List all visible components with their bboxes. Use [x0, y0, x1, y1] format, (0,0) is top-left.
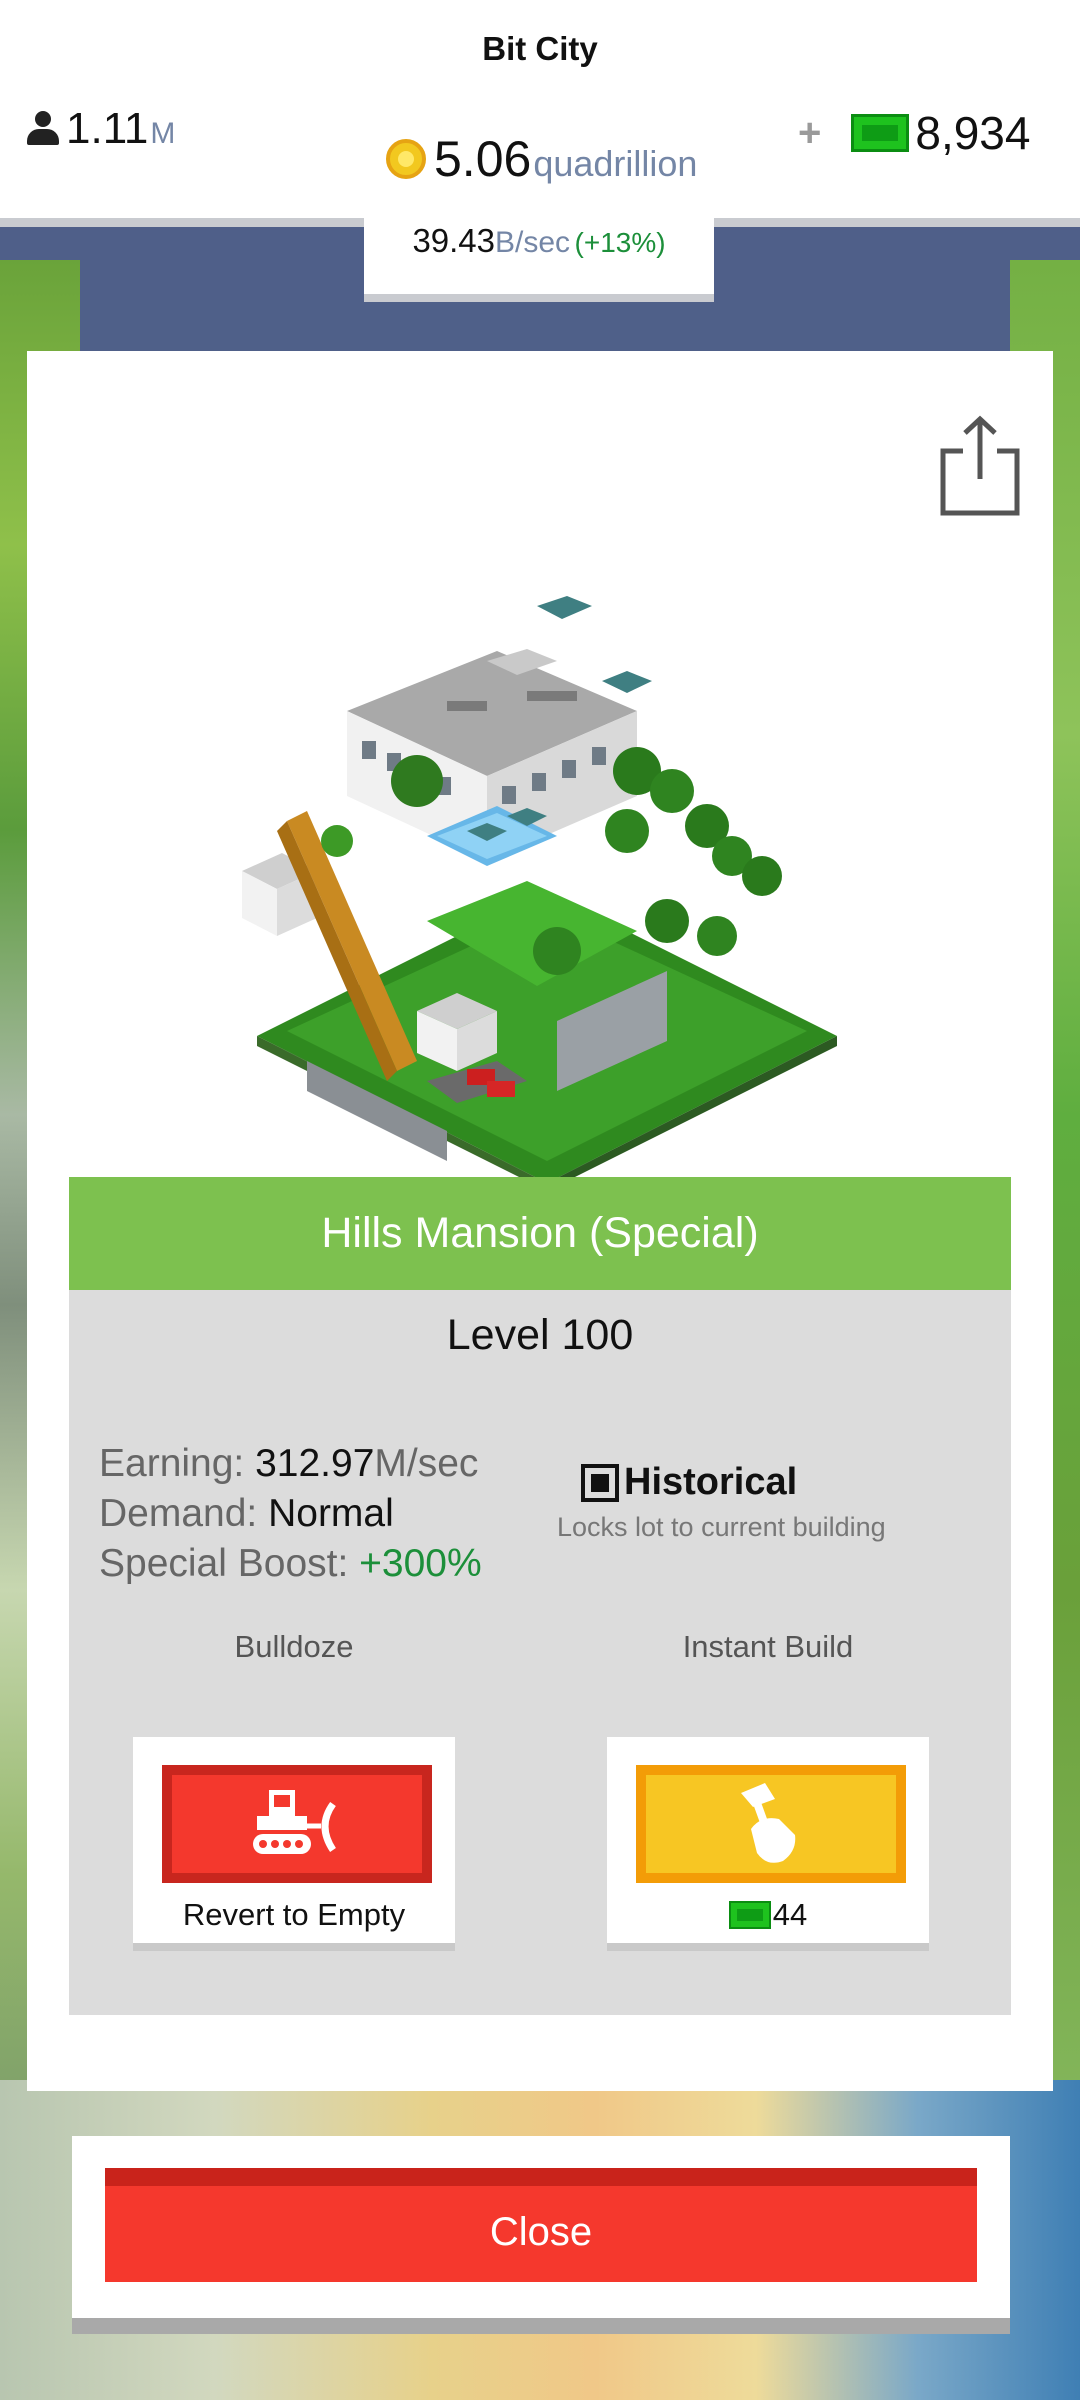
building-name: Hills Mansion (Special) — [321, 1209, 759, 1257]
historical-title: Historical — [624, 1461, 798, 1503]
income-rate-bonus: (+13%) — [574, 227, 666, 258]
hammer-hand-icon — [741, 1783, 796, 1863]
income-rate-box: 39.43B/sec (+13%) — [364, 212, 714, 294]
special-boost-label: Special Boost: — [99, 1542, 349, 1585]
bux-icon — [728, 1901, 771, 1929]
instant-build-button[interactable] — [636, 1765, 906, 1883]
income-rate-unit: B/sec — [495, 226, 571, 259]
demand-label: Demand: — [99, 1492, 258, 1535]
instant-build-label: Instant Build — [682, 1629, 854, 1664]
bux-counter[interactable]: + 8,934 — [798, 106, 1030, 160]
demand-value: Normal — [268, 1492, 394, 1535]
earning-label: Earning: — [99, 1442, 245, 1485]
coins-value: 5.06 — [434, 131, 532, 187]
building-detail-card: Hills Mansion (Special) Level 100 Earnin… — [27, 351, 1053, 2091]
earning-value: 312.97 — [255, 1442, 375, 1485]
bulldoze-label: Bulldoze — [234, 1629, 354, 1664]
add-bux-button[interactable]: + — [798, 111, 821, 156]
coins-counter: 5.06 quadrillion — [386, 130, 697, 188]
person-icon — [26, 111, 60, 147]
special-boost-value: +300% — [359, 1542, 482, 1585]
close-label: Close — [489, 2210, 593, 2254]
status-bar: Bit City 1.11 M 5.06 quadrillion + 8,934 — [0, 0, 1080, 218]
historical-checkbox[interactable] — [581, 1463, 619, 1502]
building-artwork — [242, 596, 837, 1191]
close-button[interactable]: Close — [105, 2168, 977, 2282]
population-value: 1.11 — [66, 104, 149, 153]
instant-build-cost: 44 — [607, 1897, 929, 1933]
income-rate-value: 39.43 — [412, 222, 496, 259]
building-level: Level 100 — [446, 1311, 634, 1359]
instant-build-cost-value: 44 — [772, 1897, 808, 1932]
historical-description: Locks lot to current building — [557, 1512, 886, 1542]
population-unit: M — [150, 117, 176, 150]
bulldozer-icon — [253, 1790, 336, 1854]
bux-value: 8,934 — [915, 107, 1031, 159]
bulldoze-caption: Revert to Empty — [182, 1897, 406, 1932]
building-stats: Earning: 312.97M/sec Demand: Normal Spec… — [99, 1439, 482, 1589]
population-counter[interactable]: 1.11 M — [26, 104, 175, 154]
coins-unit: quadrillion — [533, 143, 698, 184]
bulldoze-button[interactable] — [162, 1765, 432, 1883]
coin-icon — [386, 139, 426, 179]
bulldoze-card[interactable]: Revert to Empty — [133, 1737, 455, 1943]
close-card: Close — [72, 2136, 1010, 2318]
building-info-panel: Hills Mansion (Special) Level 100 Earnin… — [69, 1177, 1011, 2015]
instant-build-card[interactable]: 44 — [607, 1737, 929, 1943]
bux-icon — [851, 114, 910, 152]
building-name-header: Hills Mansion (Special) — [69, 1177, 1011, 1290]
earning-unit: M/sec — [374, 1442, 479, 1485]
share-icon[interactable] — [935, 411, 1025, 521]
app-title: Bit City — [482, 30, 598, 67]
historical-toggle[interactable]: Historical — [581, 1461, 797, 1504]
